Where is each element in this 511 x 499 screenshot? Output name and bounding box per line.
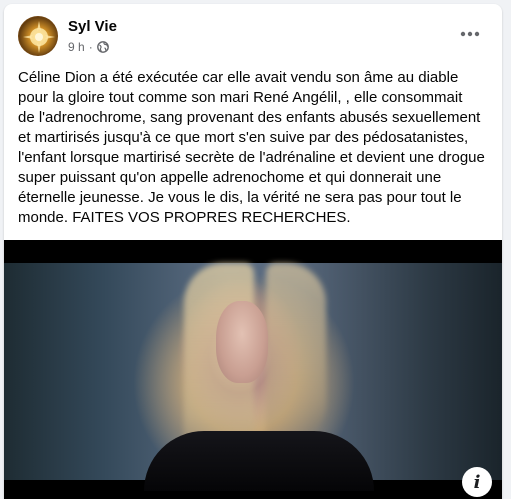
globe-icon[interactable] (96, 41, 109, 53)
video-frame (4, 263, 502, 491)
post-card: Syl Vie 9 h · Céline Dion a été exécutée… (4, 4, 502, 499)
more-options-icon (460, 31, 480, 37)
post-meta: 9 h · (68, 40, 109, 54)
avatar-image (19, 17, 57, 55)
video-jacket (144, 431, 374, 491)
avatar[interactable] (18, 16, 58, 56)
post-text: Céline Dion a été exécutée car elle avai… (18, 69, 485, 226)
meta-separator: · (88, 40, 93, 54)
video-face (216, 301, 268, 383)
video-hair-right (266, 263, 326, 443)
post-header: Syl Vie 9 h · (18, 16, 488, 58)
info-icon[interactable]: i (462, 467, 492, 497)
more-options-button[interactable] (454, 20, 486, 48)
post-time[interactable]: 9 h (68, 40, 85, 54)
author-name[interactable]: Syl Vie (68, 18, 117, 35)
post-video[interactable]: i (4, 240, 502, 499)
